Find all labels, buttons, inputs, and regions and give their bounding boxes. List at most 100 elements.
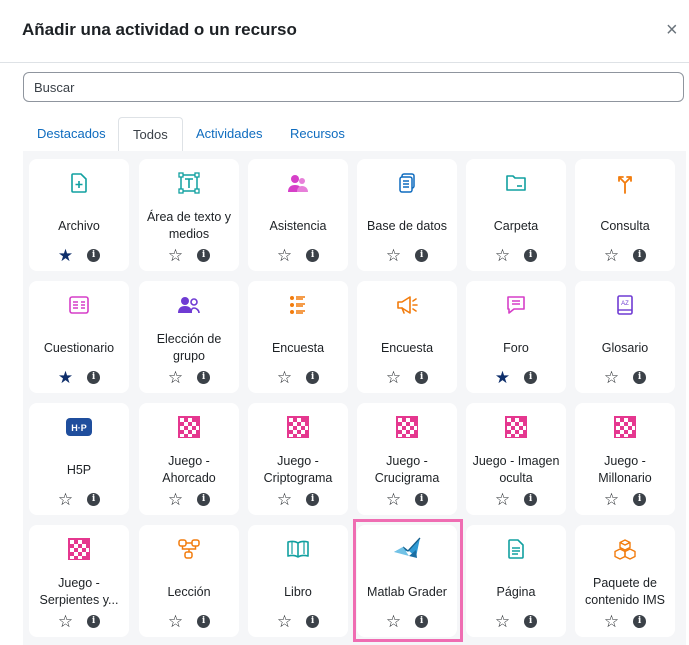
info-icon[interactable]: i: [524, 248, 538, 262]
card-actions: ☆ i: [575, 368, 675, 386]
activity-card[interactable]: Página ☆ i: [466, 525, 566, 637]
activity-name: Juego - Ahorcado: [162, 454, 216, 485]
star-filled-icon[interactable]: ★: [58, 369, 73, 386]
activity-card[interactable]: Juego - Ahorcado ☆ i: [139, 403, 239, 515]
activity-card[interactable]: H·P H5P ☆ i: [29, 403, 129, 515]
star-icon[interactable]: ☆: [386, 491, 401, 508]
activity-name: Matlab Grader: [367, 584, 447, 599]
close-icon[interactable]: ×: [666, 20, 678, 40]
info-icon[interactable]: i: [306, 614, 320, 628]
info-icon[interactable]: i: [87, 370, 101, 384]
info-icon[interactable]: i: [306, 248, 320, 262]
star-icon[interactable]: ☆: [58, 613, 73, 630]
tab-destacados[interactable]: Destacados: [23, 117, 120, 151]
activity-card[interactable]: Base de datos ☆ i: [357, 159, 457, 271]
activity-card[interactable]: Encuesta ☆ i: [248, 281, 348, 393]
info-icon[interactable]: i: [87, 492, 101, 506]
activity-name: Juego - Serpientes y...: [39, 576, 119, 607]
info-icon[interactable]: i: [524, 370, 538, 384]
activity-card[interactable]: Carpeta ☆ i: [466, 159, 566, 271]
activity-card[interactable]: Elección de grupo ☆ i: [139, 281, 239, 393]
game-icon: [29, 537, 129, 561]
info-icon[interactable]: i: [306, 492, 320, 506]
info-icon[interactable]: i: [197, 614, 211, 628]
matlab-icon: [357, 537, 457, 561]
star-icon[interactable]: ☆: [604, 369, 619, 386]
activity-card[interactable]: Juego - Crucigrama ☆ i: [357, 403, 457, 515]
star-icon[interactable]: ☆: [604, 247, 619, 264]
info-icon[interactable]: i: [415, 248, 429, 262]
info-icon[interactable]: i: [633, 370, 647, 384]
star-icon[interactable]: ☆: [277, 247, 292, 264]
activity-card[interactable]: Encuesta ☆ i: [357, 281, 457, 393]
info-icon[interactable]: i: [633, 492, 647, 506]
info-icon[interactable]: i: [633, 248, 647, 262]
activity-card[interactable]: Juego - Millonario ☆ i: [575, 403, 675, 515]
star-icon[interactable]: ☆: [58, 491, 73, 508]
star-icon[interactable]: ☆: [386, 369, 401, 386]
activity-name: H5P: [66, 462, 92, 477]
star-icon[interactable]: ☆: [277, 369, 292, 386]
activity-name: Libro: [284, 584, 312, 599]
star-icon[interactable]: ☆: [604, 491, 619, 508]
star-icon[interactable]: ☆: [168, 613, 183, 630]
card-actions: ☆ i: [357, 368, 457, 386]
tab-todos[interactable]: Todos: [118, 117, 183, 152]
star-icon[interactable]: ☆: [495, 491, 510, 508]
info-icon[interactable]: i: [633, 614, 647, 628]
activity-card[interactable]: Archivo ★ i: [29, 159, 129, 271]
info-icon[interactable]: i: [197, 492, 211, 506]
card-actions: ☆ i: [357, 490, 457, 508]
star-icon[interactable]: ☆: [277, 491, 292, 508]
activity-card[interactable]: Área de texto y medios ☆ i: [139, 159, 239, 271]
star-filled-icon[interactable]: ★: [495, 369, 510, 386]
star-icon[interactable]: ☆: [495, 613, 510, 630]
dialog-title: Añadir una actividad o un recurso: [22, 20, 297, 39]
activity-card[interactable]: Libro ☆ i: [248, 525, 348, 637]
search-input[interactable]: [23, 72, 684, 102]
activity-name: Juego - Criptograma: [263, 454, 333, 485]
star-icon[interactable]: ☆: [168, 247, 183, 264]
feedback-icon: [357, 293, 457, 317]
activity-card[interactable]: Matlab Grader ☆ i: [357, 525, 457, 637]
info-icon[interactable]: i: [415, 492, 429, 506]
activity-card[interactable]: Consulta ☆ i: [575, 159, 675, 271]
star-icon[interactable]: ☆: [386, 613, 401, 630]
star-icon[interactable]: ☆: [604, 613, 619, 630]
forum-icon: [466, 293, 566, 317]
info-icon[interactable]: i: [415, 614, 429, 628]
activity-card[interactable]: Juego - Serpientes y... ☆ i: [29, 525, 129, 637]
activity-card[interactable]: AZ Glosario ☆ i: [575, 281, 675, 393]
info-icon[interactable]: i: [306, 370, 320, 384]
quiz-icon: [29, 293, 129, 317]
lesson-icon: [139, 537, 239, 561]
info-icon[interactable]: i: [197, 248, 211, 262]
star-icon[interactable]: ☆: [168, 369, 183, 386]
activity-card[interactable]: Juego - Imagen oculta ☆ i: [466, 403, 566, 515]
star-icon[interactable]: ☆: [277, 613, 292, 630]
activity-name: Base de datos: [367, 218, 447, 233]
card-actions: ☆ i: [139, 368, 239, 386]
tab-recursos[interactable]: Recursos: [276, 117, 359, 151]
card-actions: ☆ i: [248, 490, 348, 508]
card-actions: ☆ i: [139, 612, 239, 630]
star-icon[interactable]: ☆: [495, 247, 510, 264]
activity-card[interactable]: Asistencia ☆ i: [248, 159, 348, 271]
tab-actividades[interactable]: Actividades: [182, 117, 276, 151]
info-icon[interactable]: i: [415, 370, 429, 384]
info-icon[interactable]: i: [87, 614, 101, 628]
info-icon[interactable]: i: [87, 248, 101, 262]
activity-card[interactable]: Cuestionario ★ i: [29, 281, 129, 393]
activity-card[interactable]: Juego - Criptograma ☆ i: [248, 403, 348, 515]
activity-card[interactable]: Foro ★ i: [466, 281, 566, 393]
activity-card[interactable]: Lección ☆ i: [139, 525, 239, 637]
star-icon[interactable]: ☆: [386, 247, 401, 264]
star-icon[interactable]: ☆: [168, 491, 183, 508]
star-filled-icon[interactable]: ★: [58, 247, 73, 264]
info-icon[interactable]: i: [197, 370, 211, 384]
info-icon[interactable]: i: [524, 492, 538, 506]
card-actions: ★ i: [29, 368, 129, 386]
info-icon[interactable]: i: [524, 614, 538, 628]
activity-name: Encuesta: [271, 340, 325, 355]
activity-card[interactable]: Paquete de contenido IMS ☆ i: [575, 525, 675, 637]
